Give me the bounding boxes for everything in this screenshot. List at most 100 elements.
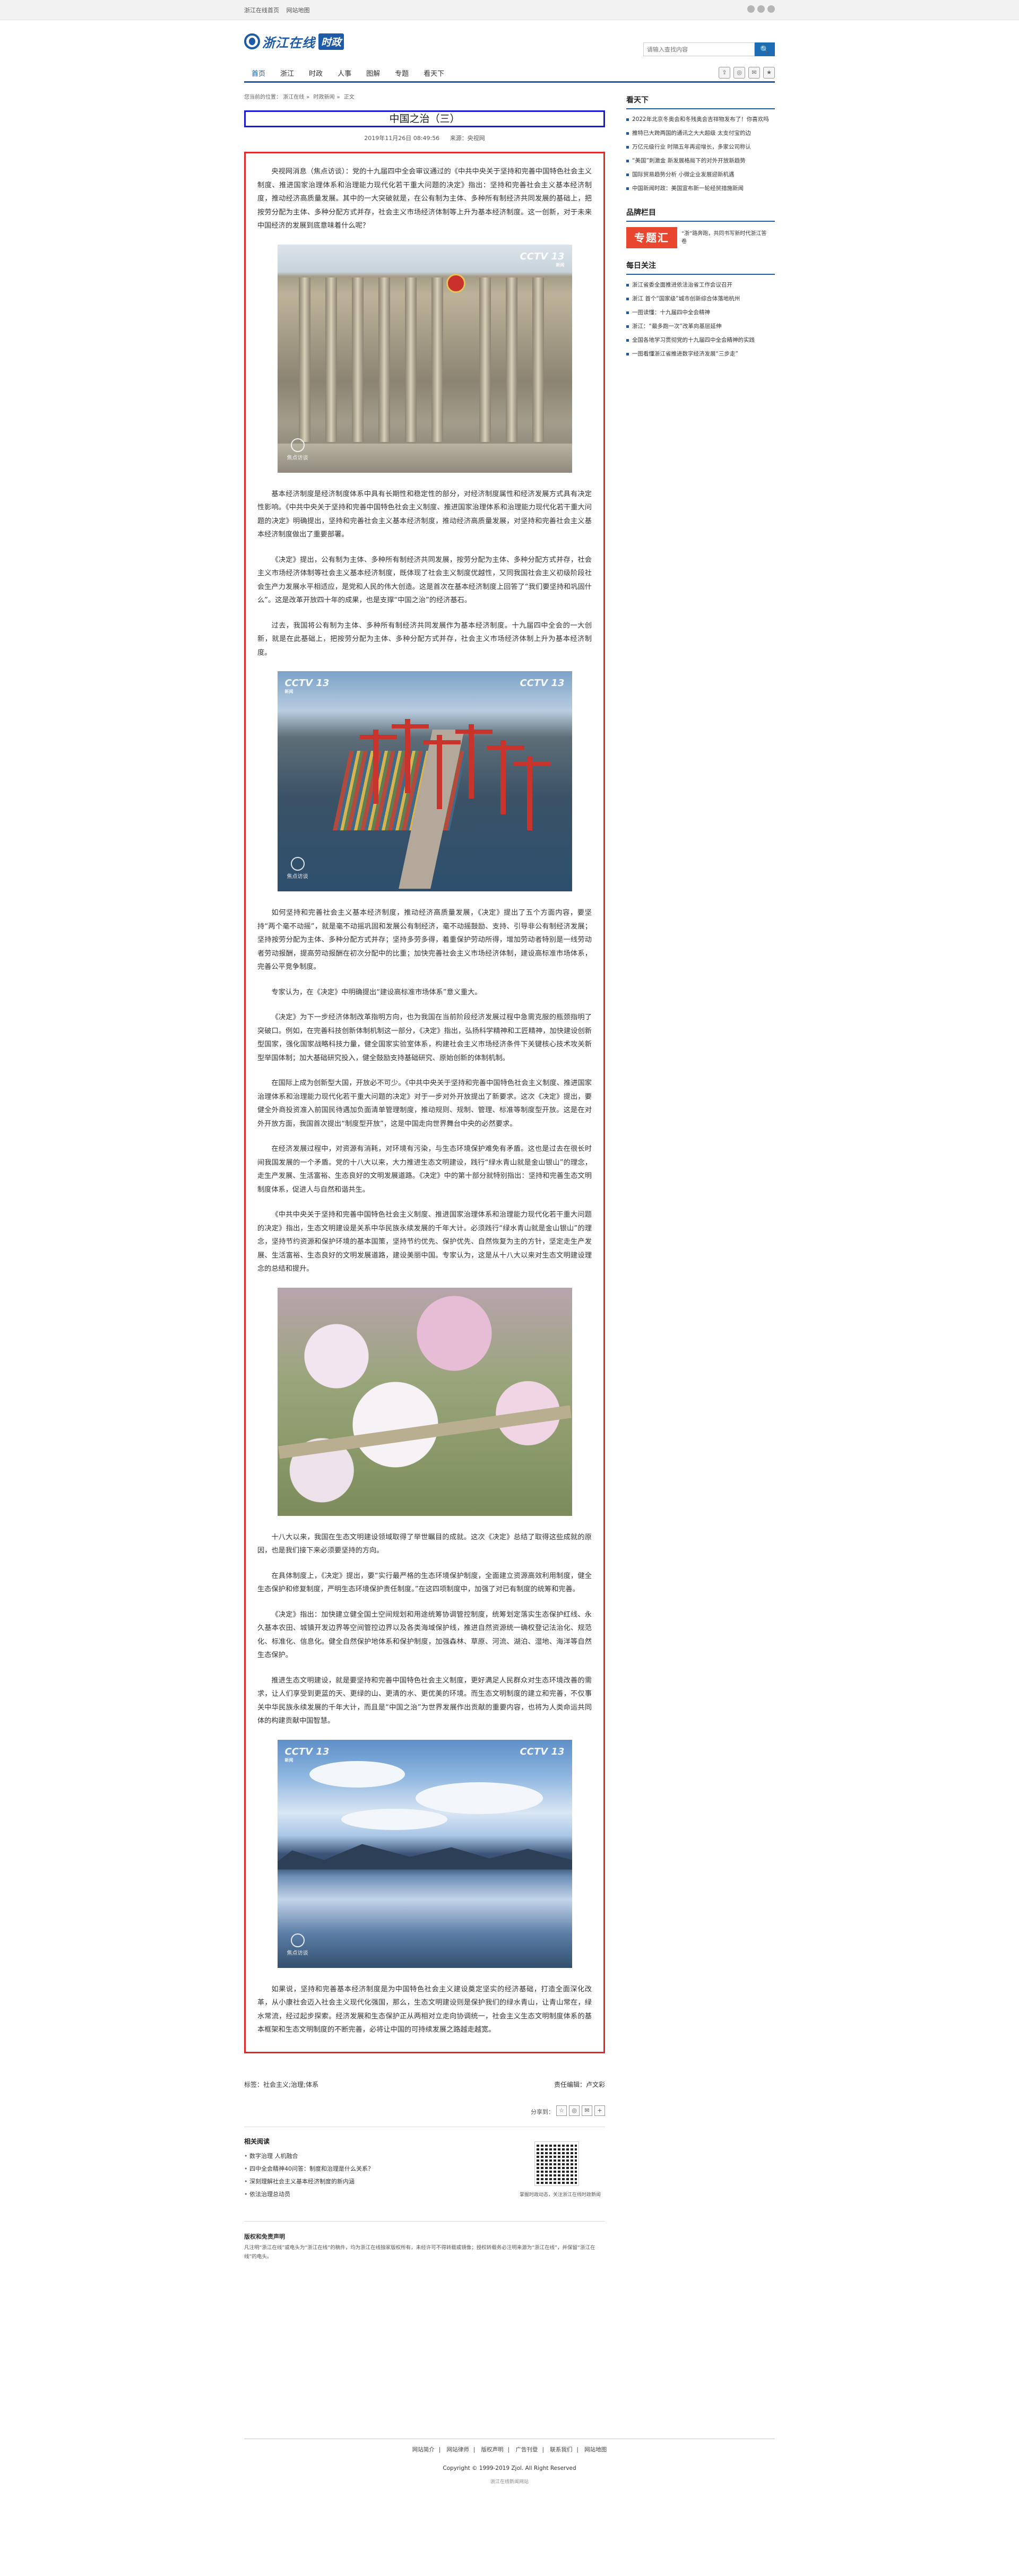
top-link-sitemap[interactable]: 网站地图 <box>287 7 310 14</box>
qq-share-icon[interactable]: ✉ <box>582 2105 592 2116</box>
footer-link[interactable]: 网站地图 <box>584 2447 607 2453</box>
search-input[interactable] <box>643 42 755 56</box>
paragraph: 《决定》提出，公有制为主体、多种所有制经济共同发展，按劳分配为主体、多种分配方式… <box>257 556 592 605</box>
cctv-logo: CCTV 13 新闻 <box>520 250 565 267</box>
article-date: 2019年11月26日 08:49:56 <box>364 135 440 142</box>
nav-item-world[interactable]: 看天下 <box>416 68 452 83</box>
lake-landscape-image: CCTV 13 新闻 CCTV 13 焦点访谈 <box>277 1739 572 1968</box>
paragraph: 如何坚持和完善社会主义基本经济制度，推动经济高质量发展，《决定》提出了五个方面内… <box>257 909 592 971</box>
breadcrumb-item[interactable]: 浙江在线 <box>283 94 304 100</box>
more-share-icon[interactable]: + <box>594 2105 605 2116</box>
paragraph: 十八大以来，我国在生态文明建设领域取得了举世瞩目的成就。这次《决定》总结了取得这… <box>257 1533 592 1555</box>
nav-item-home[interactable]: 首页 <box>244 68 273 83</box>
logo-icon <box>244 33 260 49</box>
sidebar-title: 每日关注 <box>626 260 775 275</box>
footer-link[interactable]: 联系我们 <box>550 2447 572 2453</box>
breadcrumb-item: 正文 <box>343 94 355 100</box>
share-bar: 分享到： ☆ ◎ ✉ + <box>244 2104 605 2119</box>
copyright-notice: 版权和免责声明 凡注明“浙江在线”或电头为“浙江在线”的稿件，均为浙江在线独家版… <box>244 2221 605 2279</box>
paragraph: 在经济发展过程中，对资源有消耗，对环境有污染，与生态环境保护难免有矛盾。这也是过… <box>257 1145 592 1194</box>
great-hall-image: CCTV 13 新闻 焦点访谈 <box>277 244 572 473</box>
cctv-logo: CCTV 13 <box>520 678 565 689</box>
related-reading: 相关阅读 数字治理 人机融合 四中全会精神40问答：制度和治理是什么关系？ 深刻… <box>244 2126 605 2206</box>
site-header: 浙江在线 时政 🔍 <box>244 20 775 63</box>
search-box: 🔍 <box>643 42 775 56</box>
weibo-share-icon[interactable]: ◎ <box>733 67 745 79</box>
notice-text: 凡注明“浙江在线”或电头为“浙江在线”的稿件，均为浙江在线独家版权所有，未经许可… <box>244 2244 595 2260</box>
qzone-share-icon[interactable]: ★ <box>763 67 775 79</box>
watermark-logo: 焦点访谈 <box>285 438 310 461</box>
sidebar-item[interactable]: 一图读懂：十九届四中全会精神 <box>626 306 775 319</box>
cctv-logo: CCTV 13 新闻 <box>284 1746 330 1763</box>
sidebar-item[interactable]: 2022年北京冬奥会和冬残奥会吉祥物发布了！你喜欢吗 <box>626 112 775 126</box>
brand-banner[interactable]: 专题汇 “浙”路奔跑，共同书写新时代浙江答卷 <box>626 227 775 248</box>
logo-text: 浙江在线 <box>262 35 315 50</box>
sidebar-item[interactable]: 全国各地学习贯彻党的十九届四中全会精神的实践 <box>626 333 775 347</box>
top-link-home[interactable]: 浙江在线首页 <box>244 7 279 14</box>
top-bar: 浙江在线首页 网站地图 <box>0 0 1019 20</box>
mobile-icon[interactable] <box>767 5 775 13</box>
cctv-logo: CCTV 13 <box>520 1746 565 1757</box>
sidebar-block-world: 看天下 2022年北京冬奥会和冬残奥会吉祥物发布了！你喜欢吗 推特已大跨两国的通… <box>626 94 775 195</box>
share-label: 分享到： <box>531 2108 554 2115</box>
paragraph: 《中共中央关于坚持和完善中国特色社会主义制度、推进国家治理体系和治理能力现代化若… <box>257 1211 592 1273</box>
footer-link[interactable]: 广告刊登 <box>515 2447 538 2453</box>
wechat-icon[interactable] <box>757 5 765 13</box>
qr-code <box>534 2141 579 2186</box>
nav-item-personnel[interactable]: 人事 <box>330 68 359 83</box>
footer-link[interactable]: 网站简介 <box>412 2447 435 2453</box>
nav-item-zhejiang[interactable]: 浙江 <box>273 68 301 83</box>
star-share-icon[interactable]: ☆ <box>556 2105 567 2116</box>
paragraph: 《决定》为下一步经济体制改革指明方向，也为我国在当前阶段经济发展过程中急需克服的… <box>257 1013 592 1062</box>
notice-title: 版权和免责声明 <box>244 2233 285 2240</box>
site-footer: 网站简介 | 网站律师 | 版权声明 | 广告刊登 | 联系我们 | 网站地图 Copyr… <box>244 2439 775 2555</box>
breadcrumb-label: 您当前的位置： <box>244 94 281 100</box>
cctv-logo: CCTV 13 新闻 <box>284 678 330 694</box>
blossom-valley-image <box>277 1287 572 1516</box>
paragraph: 过去，我国将公有制为主体、多种所有制经济共同发展作为基本经济制度。十九届四中全会… <box>257 621 592 657</box>
nav-item-politics[interactable]: 时政 <box>301 68 330 83</box>
sidebar-item[interactable]: 国际贸易趋势分析 小微企业发展迎新机遇 <box>626 168 775 181</box>
paragraph: 《决定》指出：加快建立健全国土空间规划和用途统筹协调管控制度，统筹划定落实生态保… <box>257 1610 592 1660</box>
footer-links: 网站简介 | 网站律师 | 版权声明 | 广告刊登 | 联系我们 | 网站地图 <box>412 2447 607 2453</box>
paragraph: 专家认为，在《决定》中明确提出“建设高标准市场体系”意义重大。 <box>271 988 482 996</box>
watermark-logo: 焦点访谈 <box>285 1933 310 1956</box>
paragraph: 推进生态文明建设，就是要坚持和完善中国特色社会主义制度，更好满足人民群众对生态环… <box>257 1676 592 1725</box>
sidebar-item[interactable]: 浙江：“最多跑一次”改革向基层延伸 <box>626 319 775 333</box>
top-links: 浙江在线首页 网站地图 <box>244 6 315 14</box>
weibo-share-icon[interactable]: ◎ <box>569 2105 580 2116</box>
main-content: 您当前的位置： 浙江在线» 时政新闻» 正文 中国之治（三） 2019年11月2… <box>244 83 775 2439</box>
footer-note: 浙江在线新闻网站 <box>490 2479 529 2485</box>
breadcrumb-item[interactable]: 时政新闻 <box>314 94 335 100</box>
article-source: 来源：央视网 <box>450 135 485 142</box>
sidebar: 看天下 2022年北京冬奥会和冬残奥会吉祥物发布了！你喜欢吗 推特已大跨两国的通… <box>626 83 775 361</box>
sidebar-item[interactable]: 一图看懂浙江省推进数字经济发展“三步走” <box>626 347 775 361</box>
nav-share-icons: ⇪ ◎ ✉ ★ <box>719 67 775 79</box>
sidebar-item[interactable]: 浙江 首个“国家级”城市创新综合体落地杭州 <box>626 292 775 306</box>
sidebar-item[interactable]: “美国”刺激金 新发展格局下的对外开放新趋势 <box>626 154 775 168</box>
paragraph: 基本经济制度是经济制度体系中具有长期性和稳定性的部分，对经济制度属性和经济发展方… <box>257 490 592 539</box>
wechat-share-icon[interactable]: ✉ <box>748 67 760 79</box>
sidebar-title: 看天下 <box>626 94 775 109</box>
tags-list[interactable]: 社会主义;治理;体系 <box>263 2081 318 2088</box>
sidebar-title: 品牌栏目 <box>626 207 775 222</box>
site-logo[interactable]: 浙江在线 时政 <box>244 31 344 52</box>
sidebar-item[interactable]: 万亿元级行业 时隔五年再迎增长，多家公司称认 <box>626 140 775 154</box>
sidebar-item[interactable]: 浙江省委全面推进依法治省工作会议召开 <box>626 278 775 292</box>
footer-link[interactable]: 版权声明 <box>481 2447 504 2453</box>
paragraph: 央视网消息（焦点访谈）：党的十九届四中全会审议通过的《中共中央关于坚持和完善中国… <box>257 168 592 230</box>
article-editor: 责任编辑：卢文彩 <box>554 2080 605 2088</box>
nav-item-topics[interactable]: 专题 <box>387 68 416 83</box>
brand-logo: 专题汇 <box>626 227 677 248</box>
sidebar-block-daily: 每日关注 浙江省委全面推进依法治省工作会议召开 浙江 首个“国家级”城市创新综合… <box>626 260 775 361</box>
share-icon[interactable]: ⇪ <box>719 67 730 79</box>
qr-caption: 掌握时政动态，关注浙江在线时政新闻 <box>519 2192 601 2198</box>
sidebar-item[interactable]: 推特已大跨两国的通讯之大大超级 太支付宝的边 <box>626 126 775 140</box>
sidebar-item[interactable]: 中国新闻时政：美国宣布新一轮经贸措施新闻 <box>626 181 775 195</box>
footer-link[interactable]: 网站律师 <box>447 2447 469 2453</box>
tags-label: 标签： <box>244 2080 264 2088</box>
weibo-icon[interactable] <box>747 5 755 13</box>
nav-item-graphics[interactable]: 图解 <box>359 68 387 83</box>
search-button[interactable]: 🔍 <box>755 42 775 56</box>
top-social-icons <box>747 5 775 13</box>
